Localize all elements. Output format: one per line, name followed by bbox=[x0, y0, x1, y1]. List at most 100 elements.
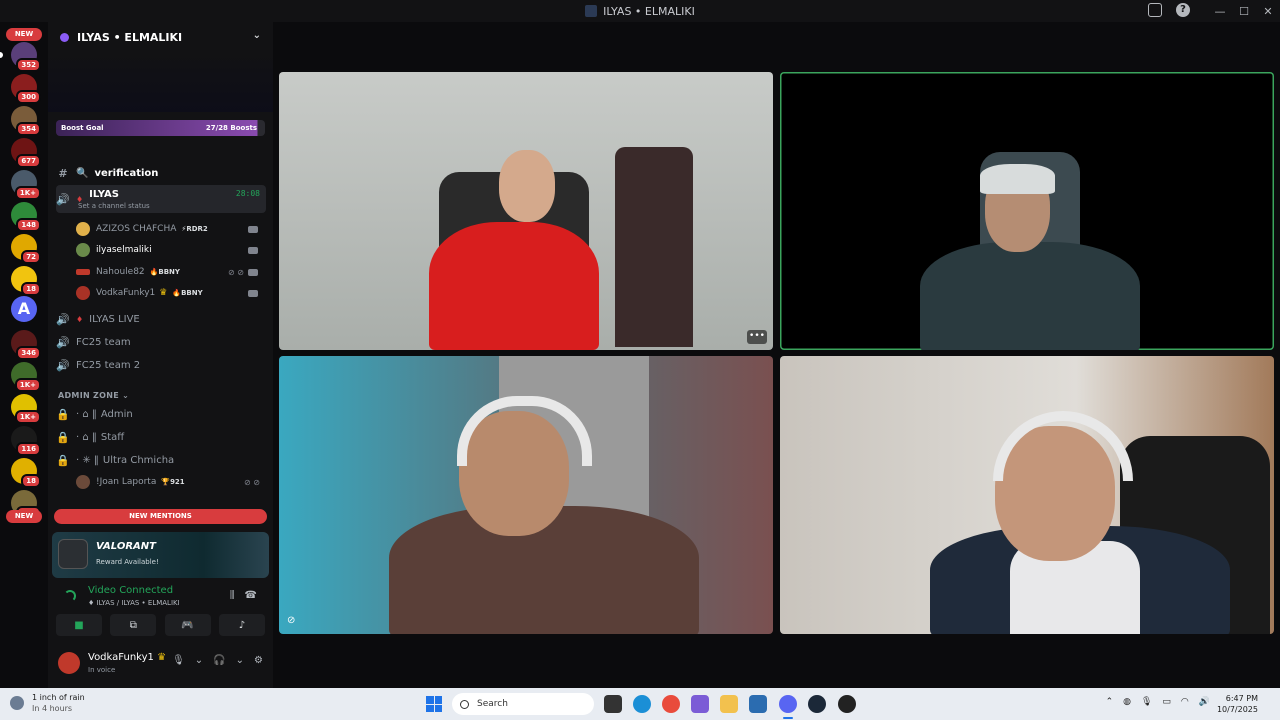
file-explorer-icon[interactable] bbox=[720, 695, 738, 713]
new-unreads-top[interactable]: NEW bbox=[6, 28, 42, 41]
server-icon[interactable]: 354 bbox=[11, 106, 41, 136]
server-icon[interactable]: 677 bbox=[11, 138, 41, 168]
server-icon[interactable]: A bbox=[11, 296, 37, 322]
voice-channel-admin[interactable]: 🔒 · ⌂ ‖ Admin bbox=[56, 404, 266, 424]
video-tile[interactable]: ⊘ bbox=[279, 356, 773, 634]
gamepad-icon: 🎮 bbox=[181, 619, 194, 631]
soundboard-button[interactable]: ♪ bbox=[218, 614, 265, 636]
boost-goal-value: 27/28 Boosts bbox=[205, 124, 257, 132]
speaker-icon: 🔊 bbox=[56, 312, 70, 326]
chevron-down-icon[interactable]: ⌄ bbox=[195, 655, 203, 666]
microphone-icon[interactable]: 🎙 bbox=[1141, 697, 1152, 707]
microphone-icon[interactable]: 🎙 bbox=[172, 655, 185, 666]
server-icon[interactable]: 1K+ bbox=[11, 394, 41, 424]
wifi-icon[interactable]: ◠ bbox=[1181, 697, 1189, 707]
chevron-up-icon[interactable]: ⌃ bbox=[1106, 697, 1114, 707]
video-tile-speaking[interactable] bbox=[780, 72, 1274, 350]
voice-channel-ilyas-live[interactable]: 🔊 ♦ ILYAS LIVE bbox=[56, 309, 266, 329]
display-icon[interactable]: ▭ bbox=[1162, 697, 1171, 707]
activity-button[interactable]: 🎮 bbox=[164, 614, 211, 636]
server-banner bbox=[48, 52, 273, 112]
speaker-icon: 🔊 bbox=[56, 358, 70, 372]
help-icon[interactable]: ? bbox=[1176, 3, 1190, 17]
boost-goal-label: Boost Goal bbox=[61, 124, 104, 132]
server-icon[interactable]: 116 bbox=[11, 426, 41, 456]
noise-suppression-icon[interactable]: ⫼ bbox=[230, 590, 235, 601]
camera-button[interactable]: ■ bbox=[56, 614, 102, 636]
inbox-icon[interactable] bbox=[1148, 3, 1162, 17]
signal-icon[interactable] bbox=[64, 590, 76, 602]
start-button[interactable] bbox=[426, 696, 442, 712]
steam-icon[interactable] bbox=[808, 695, 826, 713]
minimize-button[interactable]: — bbox=[1208, 5, 1232, 18]
network-icon[interactable]: ◍ bbox=[1123, 697, 1131, 707]
server-icon[interactable]: 346 bbox=[11, 330, 41, 360]
windows-taskbar: 1 inch of rain In 4 hours Search ⌃ ◍ 🎙 ▭… bbox=[0, 688, 1280, 720]
avatar bbox=[76, 243, 90, 257]
server-icon[interactable]: 148 bbox=[11, 202, 41, 232]
valorant-reward-banner[interactable]: VALORANT Reward Available! bbox=[52, 532, 269, 578]
voice-user[interactable]: VodkaFunky1 ♛ 🔥BBNY bbox=[76, 283, 266, 303]
voice-user[interactable]: Nahoule82 🔥BBNY ⊘ ⊘ bbox=[76, 262, 266, 282]
server-icon[interactable]: 72 bbox=[11, 234, 41, 264]
voice-user[interactable]: ! Joan Laporta 🏆921 ⊘ ⊘ bbox=[76, 472, 266, 492]
new-unreads-bottom[interactable]: NEW bbox=[6, 510, 42, 523]
new-mentions-button[interactable]: NEW MENTIONS bbox=[54, 509, 267, 524]
headphones-icon[interactable]: 🎧 bbox=[213, 655, 225, 666]
channel-verification[interactable]: # 🔍 verification bbox=[56, 163, 266, 183]
server-icon[interactable]: 352 bbox=[11, 42, 41, 72]
avatar bbox=[76, 269, 90, 275]
person-head bbox=[499, 150, 555, 222]
server-icon[interactable]: 300 bbox=[11, 74, 41, 104]
voice-location[interactable]: ♦ ILYAS / ILYAS • ELMALIKI bbox=[88, 599, 180, 607]
soundboard-icon: ♪ bbox=[238, 619, 246, 631]
username[interactable]: VodkaFunky1 ♛ bbox=[88, 652, 166, 663]
taskbar-search[interactable]: Search bbox=[452, 693, 594, 715]
voice-status[interactable]: Video Connected bbox=[88, 585, 173, 596]
app-icon[interactable] bbox=[838, 695, 856, 713]
window-title: ILYAS • ELMALIKI bbox=[603, 4, 695, 18]
boost-goal-bar[interactable]: Boost Goal 27/28 Boosts bbox=[56, 120, 265, 136]
user-tag: ⚡RDR2 bbox=[181, 225, 208, 233]
voice-channel-fc25[interactable]: 🔊 FC25 team bbox=[56, 332, 266, 352]
muted-icon: ⊘ ⊘ bbox=[244, 477, 260, 487]
chevron-down-icon[interactable]: ⌄ bbox=[253, 30, 261, 41]
more-icon[interactable]: ••• bbox=[747, 330, 767, 344]
server-icon[interactable]: 18 bbox=[11, 266, 41, 296]
user-status: In voice bbox=[88, 666, 116, 674]
video-icon bbox=[248, 246, 258, 254]
volume-icon[interactable]: 🔊 bbox=[1199, 697, 1210, 707]
voice-channel-fc25-2[interactable]: 🔊 FC25 team 2 bbox=[56, 355, 266, 375]
voice-channel-ultra-chmicha[interactable]: 🔒 · ✳ ‖ Ultra Chmicha bbox=[56, 450, 266, 470]
edge-icon[interactable] bbox=[633, 695, 651, 713]
discord-icon[interactable] bbox=[779, 695, 797, 713]
weather-widget[interactable]: 1 inch of rain In 4 hours bbox=[10, 692, 85, 714]
server-icon[interactable]: 1K+ bbox=[11, 362, 41, 392]
store-icon[interactable] bbox=[749, 695, 767, 713]
server-header[interactable]: ILYAS • ELMALIKI ⌄ bbox=[48, 22, 273, 52]
voice-channel-staff[interactable]: 🔒 · ⌂ ‖ Staff bbox=[56, 427, 266, 447]
voice-channel-ilyas[interactable]: 🔊 ♦ ILYAS 28:08 Set a channel status bbox=[56, 185, 266, 213]
close-button[interactable]: ✕ bbox=[1256, 5, 1280, 18]
system-clock[interactable]: 6:47 PM 10/7/2025 bbox=[1217, 693, 1258, 715]
server-icon[interactable]: 1K+ bbox=[11, 170, 41, 200]
task-view-icon[interactable] bbox=[604, 695, 622, 713]
video-tile[interactable] bbox=[780, 356, 1274, 634]
voice-user[interactable]: ilyaselmaliki bbox=[76, 240, 266, 260]
disconnect-icon[interactable]: ☎ bbox=[245, 590, 257, 601]
avatar bbox=[76, 286, 90, 300]
gear-icon[interactable]: ⚙ bbox=[254, 655, 263, 666]
video-tile[interactable]: ••• bbox=[279, 72, 773, 350]
maximize-button[interactable]: ☐ bbox=[1232, 5, 1256, 18]
chevron-down-icon[interactable]: ⌄ bbox=[236, 655, 244, 666]
server-icon[interactable]: 18 bbox=[11, 458, 41, 488]
chrome-icon[interactable] bbox=[662, 695, 680, 713]
voice-user[interactable]: AZIZOS CHAFCHA ⚡RDR2 bbox=[76, 219, 266, 239]
avatar[interactable] bbox=[58, 652, 80, 674]
category-admin-zone[interactable]: ADMIN ZONE ⌄ bbox=[58, 391, 129, 400]
user-tag: 🔥BBNY bbox=[149, 268, 180, 276]
screen-share-button[interactable]: ⧉ bbox=[110, 614, 157, 636]
channel-status[interactable]: Set a channel status bbox=[78, 202, 150, 210]
screen-share-icon: ⧉ bbox=[129, 619, 137, 631]
copilot-icon[interactable] bbox=[691, 695, 709, 713]
